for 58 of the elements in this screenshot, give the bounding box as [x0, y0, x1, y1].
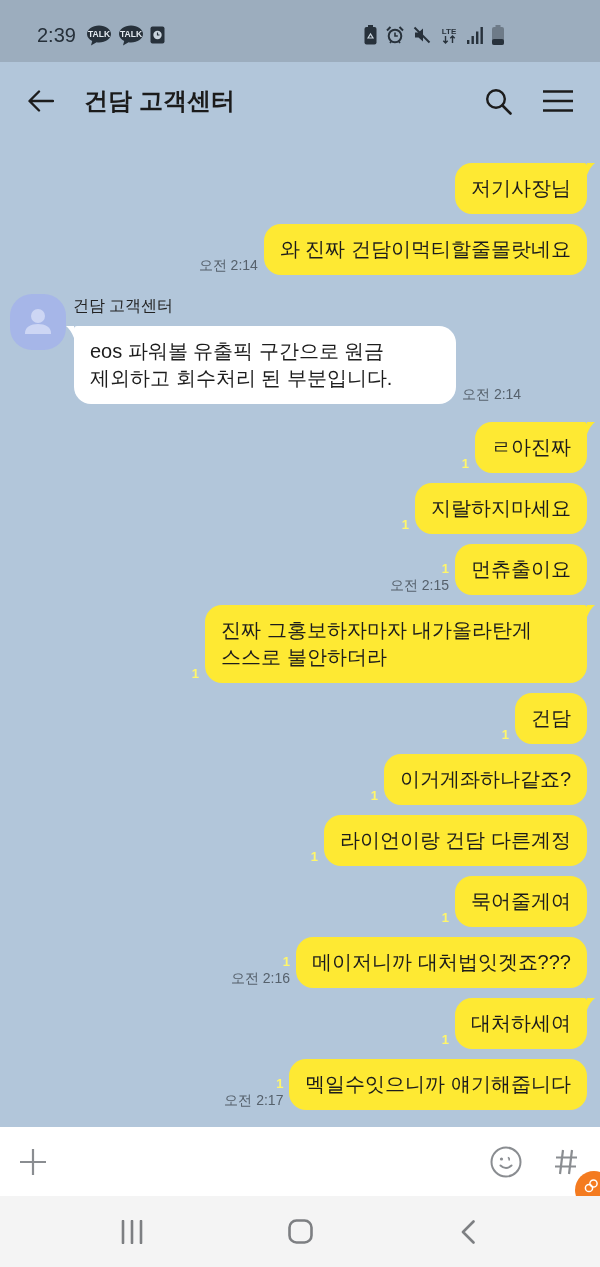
message-bubble: 건담 — [515, 693, 587, 744]
chat-title: 건담 고객센터 — [84, 86, 235, 116]
unread-count: 1 — [310, 849, 318, 865]
message-bubble: 묵어줄게여 — [455, 876, 587, 927]
message-time: 오전 2:15 — [389, 577, 449, 594]
unread-count: 1 — [441, 561, 449, 577]
back-arrow-icon[interactable] — [28, 90, 54, 112]
message-bubble: 와 진짜 건담이먹티할줄몰랏네요 — [263, 224, 587, 275]
bubble-tail-icon — [66, 326, 74, 338]
floating-rings-icon[interactable] — [574, 1170, 600, 1196]
message-bubble: 먼츄출이요 — [455, 544, 587, 595]
unread-count: 1 — [370, 788, 378, 804]
chat-bubble-icon: TALK — [117, 24, 144, 46]
message-bubble: 메이저니까 대처법잇겟죠??? — [296, 937, 587, 988]
message-bubble: eos 파워볼 유출픽 구간으로 원금 제외하고 회수처리 된 부분입니다. — [74, 326, 456, 404]
unread-count: 1 — [276, 1076, 284, 1092]
sender-name: 건담 고객센터 — [73, 296, 174, 316]
clock-time: 2:39 — [37, 23, 76, 47]
battery-icon — [492, 25, 504, 45]
alarm-clock-icon — [386, 26, 404, 44]
unread-count: 1 — [501, 727, 509, 743]
bubble-tail-icon — [587, 998, 595, 1010]
message-bubble: 저기사장님 — [455, 163, 587, 214]
message-bubble: 진짜 그홍보하자마자 내가올라탄게 스스로 불안하더라 — [205, 605, 587, 683]
message-bubble: 이거게좌하나같죠? — [383, 754, 587, 805]
message-time: 오전 2:14 — [462, 386, 522, 403]
message-bubble: ㄹ아진짜 — [475, 422, 587, 473]
home-icon[interactable] — [287, 1219, 313, 1244]
message-time: 오전 2:17 — [224, 1092, 284, 1109]
chat-bubble-icon: TALK — [85, 24, 112, 46]
unread-count: 1 — [441, 1032, 449, 1048]
bubble-tail-icon — [587, 163, 595, 175]
signal-bars-icon — [467, 26, 483, 44]
message-time: 오전 2:14 — [198, 257, 258, 274]
recent-apps-icon[interactable] — [121, 1219, 143, 1244]
muted-speaker-icon — [413, 26, 431, 44]
smiley-face-icon[interactable] — [490, 1145, 522, 1178]
unread-count: 1 — [441, 910, 449, 926]
message-time: 오전 2:16 — [230, 970, 291, 987]
unread-count: 1 — [461, 456, 469, 472]
clock-notification-icon — [149, 26, 165, 44]
bubble-tail-icon — [587, 422, 595, 434]
message-bubble: 라이언이랑 건담 다른계정 — [323, 815, 587, 866]
hashtag-icon[interactable] — [554, 1148, 578, 1175]
unread-count: 1 — [401, 517, 409, 533]
message-input-bar[interactable] — [0, 1127, 600, 1196]
message-bubble: 대처하세여 — [455, 998, 587, 1049]
battery-recycle-icon — [364, 25, 377, 45]
back-icon[interactable] — [461, 1219, 475, 1244]
message-bubble: 멕일수잇으니까 얘기해줍니다 — [289, 1059, 587, 1110]
message-bubble: 지랄하지마세요 — [415, 483, 587, 534]
unread-count: 1 — [191, 666, 199, 682]
unread-count: 1 — [282, 954, 291, 970]
plus-icon[interactable] — [19, 1147, 47, 1176]
search-icon[interactable] — [485, 87, 512, 115]
avatar-silhouette-icon — [10, 294, 66, 350]
bubble-tail-icon — [587, 605, 595, 617]
menu-icon[interactable] — [543, 90, 573, 112]
